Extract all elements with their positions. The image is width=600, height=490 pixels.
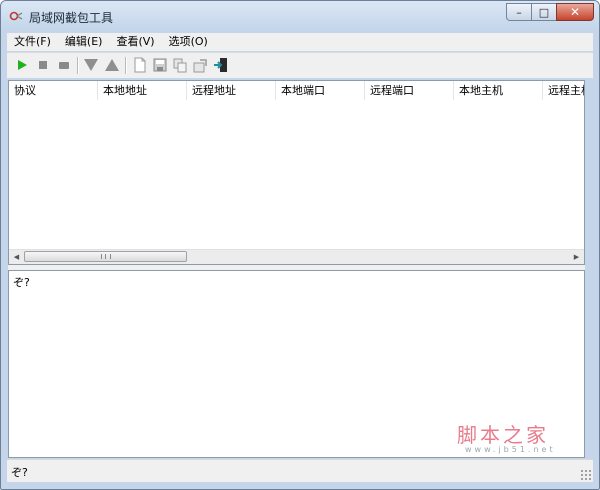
new-file-icon[interactable] [132, 57, 148, 73]
column-remote-host[interactable]: 远程主机 [543, 81, 584, 100]
properties-icon[interactable] [192, 57, 208, 73]
title-bar[interactable]: 局域网截包工具 – □ ✕ [1, 1, 599, 31]
toolbar [7, 52, 593, 78]
status-text: ぞ? [11, 466, 28, 479]
menu-options[interactable]: 选项(O) [162, 33, 215, 51]
window-title: 局域网截包工具 [29, 11, 114, 25]
column-local-host[interactable]: 本地主机 [454, 81, 543, 100]
watermark-title: 脚本之家 [457, 423, 549, 447]
grip-icon [101, 254, 111, 259]
status-bar: ぞ? [7, 459, 593, 482]
arrow-down-icon[interactable] [83, 57, 99, 73]
packet-list-body[interactable] [9, 100, 584, 248]
column-local-port[interactable]: 本地端口 [276, 81, 365, 100]
copy-icon[interactable] [172, 57, 188, 73]
pause-icon[interactable] [56, 57, 72, 73]
detail-text: ぞ? [13, 276, 30, 289]
menu-view[interactable]: 查看(V) [109, 33, 161, 51]
column-protocol[interactable]: 协议 [9, 81, 98, 100]
watermark-url: www.jb51.net [465, 445, 556, 454]
column-remote-port[interactable]: 远程端口 [365, 81, 454, 100]
scroll-right-icon[interactable]: ▶ [569, 250, 584, 264]
minimize-icon: – [516, 5, 522, 19]
close-button[interactable]: ✕ [556, 3, 594, 21]
exit-icon[interactable] [213, 57, 229, 73]
stop-icon[interactable] [35, 57, 51, 73]
save-icon[interactable] [152, 57, 168, 73]
scroll-left-icon[interactable]: ◀ [9, 250, 24, 264]
play-icon[interactable] [14, 57, 30, 73]
scrollbar-thumb[interactable] [24, 251, 187, 262]
toolbar-separator [77, 57, 79, 74]
main-window: 局域网截包工具 – □ ✕ 文件(F) 编辑(E) 查看(V) 选项(O) 协议… [0, 0, 600, 490]
close-icon: ✕ [569, 5, 581, 19]
maximize-button[interactable]: □ [531, 3, 557, 21]
column-remote-address[interactable]: 远程地址 [187, 81, 276, 100]
packet-list[interactable]: 协议 本地地址 远程地址 本地端口 远程端口 本地主机 远程主机 ◀ ▶ [8, 80, 585, 265]
column-local-address[interactable]: 本地地址 [98, 81, 187, 100]
app-icon [9, 10, 23, 22]
menu-edit[interactable]: 编辑(E) [58, 33, 110, 51]
menu-bar: 文件(F) 编辑(E) 查看(V) 选项(O) [7, 33, 593, 51]
minimize-button[interactable]: – [506, 3, 532, 21]
column-header: 协议 本地地址 远程地址 本地端口 远程端口 本地主机 远程主机 [9, 81, 584, 101]
arrow-up-icon[interactable] [104, 57, 120, 73]
horizontal-scrollbar[interactable]: ◀ ▶ [9, 249, 584, 264]
watermark: 脚本之家 www.jb51.net [457, 419, 577, 459]
resize-grip-icon[interactable] [580, 469, 591, 480]
toolbar-separator [125, 57, 127, 74]
maximize-icon: □ [538, 5, 550, 19]
menu-file[interactable]: 文件(F) [7, 33, 58, 51]
